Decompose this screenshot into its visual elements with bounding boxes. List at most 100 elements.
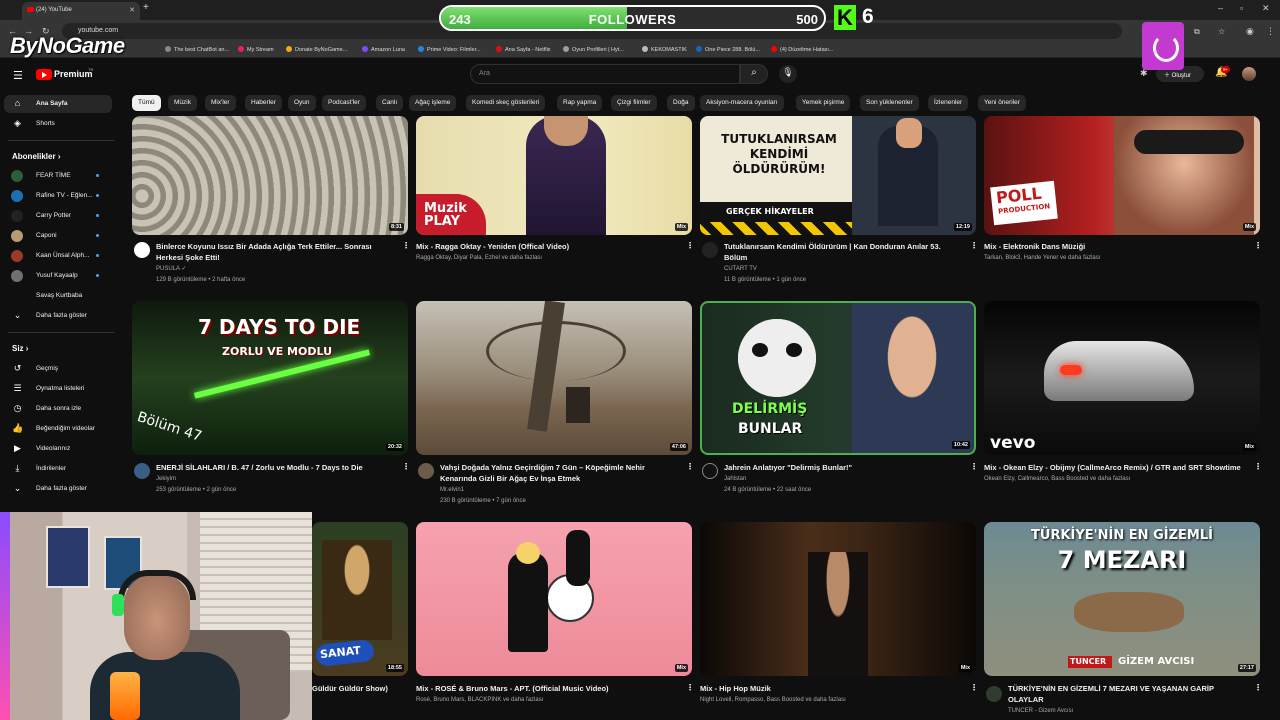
youtube-logo-icon[interactable] [36, 69, 52, 80]
chip-9[interactable]: Rap yapma [557, 95, 603, 111]
sidebar-you-item[interactable]: ▶ Videolarınız [0, 440, 116, 458]
subscriptions-header[interactable]: Abonelikler › [12, 152, 60, 161]
more-options-icon[interactable]: ⋮ [402, 241, 410, 250]
chip-2[interactable]: Mix'ler [205, 95, 236, 111]
video-title[interactable]: Binlerce Koyunu Issız Bir Adada Açlığa T… [156, 242, 386, 263]
sidebar-show-more-subs[interactable]: ⌄ Daha fazla göster [0, 307, 116, 325]
sidebar-sub-item[interactable]: Yusuf Kayaalp [0, 267, 116, 285]
more-options-icon[interactable]: ⋮ [970, 241, 978, 250]
bookmark-item[interactable]: Oyun Profilleri | Hyt... [563, 46, 624, 53]
chip-6[interactable]: Canlı [376, 95, 404, 111]
channel-name[interactable]: Jekiyim [156, 474, 176, 485]
chip-12[interactable]: Aksiyon-macera oyunları [700, 95, 784, 111]
bookmark-star-icon[interactable]: ☆ [1218, 27, 1225, 36]
chip-4[interactable]: Oyun [288, 95, 316, 111]
channel-name[interactable]: PUSULA ✓ [156, 264, 186, 275]
channel-name[interactable]: Okean Elzy, Callmearco, Bass Boosted ve … [984, 474, 1130, 485]
video-title[interactable]: Jahrein Anlatıyor "Delirmiş Bunlar!" [724, 463, 960, 474]
bookmark-item[interactable]: Ana Sayfa - Netflix [496, 46, 551, 53]
bookmark-item[interactable]: My Stream [238, 46, 274, 53]
video-title[interactable]: Mix - ROSÉ & Bruno Mars - APT. (Official… [416, 684, 676, 695]
maximize-icon[interactable]: ▫ [1240, 3, 1243, 13]
search-input[interactable]: Ara [470, 64, 740, 84]
more-options-icon[interactable]: ⋮ [402, 462, 410, 471]
chip-3[interactable]: Haberler [245, 95, 282, 111]
video-thumbnail[interactable]: POLL PRODUCTION Mix [984, 116, 1260, 235]
channel-avatar[interactable] [702, 242, 718, 258]
video-title[interactable]: ENERJİ SİLAHLARI / B. 47 / Zorlu ve Modl… [156, 463, 392, 474]
video-thumbnail[interactable]: TÜRKİYE'NİN EN GİZEMLİ 7 MEZARI TUNCER G… [984, 522, 1260, 676]
close-window-icon[interactable]: ✕ [1262, 3, 1270, 14]
sidebar-you-item[interactable]: ⌄ Daha fazla göster [0, 480, 116, 498]
channel-avatar[interactable] [986, 686, 1002, 702]
channel-name[interactable]: CUTART TV [724, 264, 757, 275]
video-title[interactable]: Vahşi Doğada Yalnız Geçirdiğim 7 Gün – K… [440, 463, 676, 484]
channel-avatar[interactable] [418, 463, 434, 479]
sidebar-sub-item[interactable]: Caponi [0, 227, 116, 245]
bookmark-item[interactable]: One Piece 288. Bölü... [696, 46, 760, 53]
video-title[interactable]: Mix - Elektronik Dans Müziği [984, 242, 1244, 253]
video-thumbnail[interactable]: Muzik PLAY Mix [416, 116, 692, 235]
video-thumbnail[interactable]: Mix [416, 522, 692, 676]
search-button[interactable]: ⌕ [740, 64, 768, 84]
more-options-icon[interactable]: ⋮ [1254, 683, 1262, 692]
chip-0[interactable]: Tümü [132, 95, 161, 111]
channel-avatar[interactable] [702, 463, 718, 479]
browser-tab-youtube[interactable]: (24) YouTube ✕ [22, 2, 140, 20]
sidebar-sub-item[interactable]: Savaş Kurtbaba [0, 287, 116, 305]
sidebar-sub-item[interactable]: Carry Potter [0, 207, 116, 225]
profile-icon[interactable]: ◉ [1246, 26, 1254, 37]
bookmark-item[interactable]: KEKOMASTIK [642, 46, 687, 53]
channel-name[interactable]: Rosé, Bruno Mars, BLACKPINK ve daha fazl… [416, 695, 543, 706]
more-options-icon[interactable]: ⋮ [970, 462, 978, 471]
video-title[interactable]: Mix - Ragga Oktay - Yeniden (Offical Vid… [416, 242, 676, 253]
voice-search-icon[interactable]: 🎙 [779, 65, 797, 83]
sidebar-you-item[interactable]: ↺ Geçmiş [0, 360, 116, 378]
sidebar-item-shorts[interactable]: ◈ Shorts [0, 115, 116, 133]
more-options-icon[interactable]: ⋮ [1254, 241, 1262, 250]
chip-14[interactable]: Son yüklenenler [860, 95, 919, 111]
extensions-icon[interactable]: ⧉ [1194, 27, 1200, 37]
sidebar-you-item[interactable]: ◷ Daha sonra izle [0, 400, 116, 418]
bookmark-item[interactable]: Donate ByNoGame... [286, 46, 347, 53]
chip-10[interactable]: Çizgi filmler [611, 95, 657, 111]
channel-name[interactable]: Jahlstan [724, 474, 746, 485]
channel-name[interactable]: Ragga Oktay, Diyar Pala, Ezhel ve daha f… [416, 253, 542, 264]
more-options-icon[interactable]: ⋮ [1254, 462, 1262, 471]
channel-name[interactable]: TUNCER - Gizem Avcısı [1008, 706, 1073, 717]
video-thumbnail[interactable]: 47:06 [416, 301, 692, 455]
video-thumbnail[interactable]: TUTUKLANIRSAM KENDİMİ ÖLDÜRÜRÜM! GERÇEK Hİ… [700, 116, 976, 235]
video-title[interactable]: TÜRKİYE'NİN EN GİZEMLİ 7 MEZARI VE YAŞAN… [1008, 684, 1244, 705]
more-options-icon[interactable]: ⋮ [686, 683, 694, 692]
bookmark-item[interactable]: Amazon Luna [362, 46, 405, 53]
channel-name[interactable]: Mr.elvin1 [440, 485, 464, 496]
minimize-icon[interactable]: – [1218, 3, 1223, 13]
channel-avatar[interactable] [134, 242, 150, 258]
you-header[interactable]: Siz › [12, 344, 28, 353]
video-title[interactable]: Mix - Hip Hop Müzik [700, 684, 960, 695]
more-options-icon[interactable]: ⋮ [970, 683, 978, 692]
sidebar-you-item[interactable]: ☰ Oynatma listeleri [0, 380, 116, 398]
video-thumbnail[interactable]: DELİRMİŞ BUNLAR 10:42 [700, 301, 976, 455]
channel-name[interactable]: Tarkan, Blok3, Hande Yener ve daha fazla… [984, 253, 1100, 264]
more-options-icon[interactable]: ⋮ [686, 462, 694, 471]
sidebar-sub-item[interactable]: Rafine TV - Eğlen... [0, 187, 116, 205]
video-thumbnail[interactable]: 8:31 [132, 116, 408, 235]
close-tab-icon[interactable]: ✕ [129, 6, 135, 14]
sidebar-item-home[interactable]: ⌂ Ana Sayfa [4, 95, 112, 113]
channel-name[interactable]: Night Lovell, Rompasso, Bass Boosted ve … [700, 695, 846, 706]
browser-menu-icon[interactable]: ⋮ [1266, 26, 1275, 37]
more-options-icon[interactable]: ⋮ [686, 241, 694, 250]
chip-11[interactable]: Doğa [667, 95, 695, 111]
video-thumbnail[interactable]: Mix [700, 522, 976, 676]
chip-8[interactable]: Komedi skeç gösterileri [466, 95, 546, 111]
account-avatar[interactable] [1242, 67, 1256, 81]
video-title[interactable]: Güldür Güldür Show) [312, 684, 412, 695]
sidebar-sub-item[interactable]: FEAR TİME [0, 167, 116, 185]
premium-logo-text[interactable]: Premium [54, 69, 93, 79]
channel-avatar[interactable] [134, 463, 150, 479]
chip-16[interactable]: Yeni öneriler [978, 95, 1026, 111]
sidebar-sub-item[interactable]: Kaan Ünsal Alph... [0, 247, 116, 265]
sidebar-you-item[interactable]: 👍 Beğendiğim videolar [0, 420, 116, 438]
bookmark-item[interactable]: (4) Düzeltme Hatası... [771, 46, 834, 53]
